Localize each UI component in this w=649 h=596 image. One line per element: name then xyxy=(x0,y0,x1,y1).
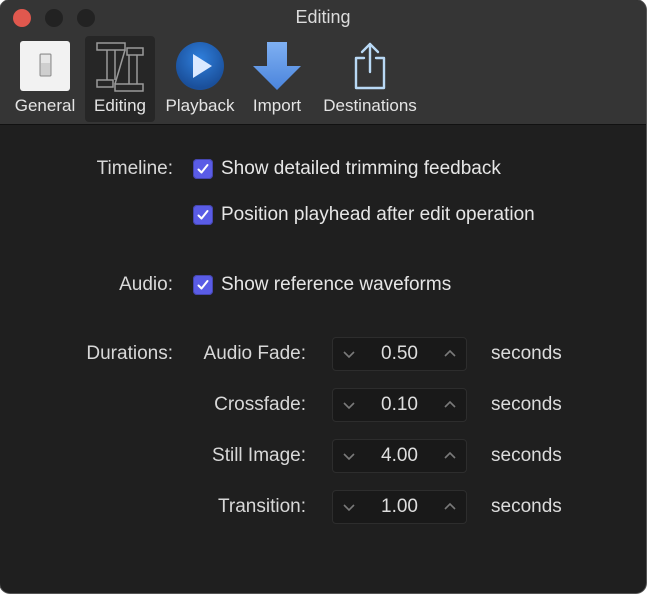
show-reference-waveforms-option[interactable]: Show reference waveforms xyxy=(193,274,451,296)
checkmark-icon xyxy=(197,210,209,220)
chevron-up-icon[interactable] xyxy=(440,395,460,415)
checkbox[interactable] xyxy=(193,205,213,225)
timeline-label: Timeline: xyxy=(96,158,173,179)
toolbar: Editing General Editing Playback Import … xyxy=(0,0,646,125)
tab-general-label: General xyxy=(14,96,76,115)
show-trimming-feedback-option[interactable]: Show detailed trimming feedback xyxy=(193,158,501,180)
film-edit-icon xyxy=(93,40,147,99)
down-arrow-icon xyxy=(251,40,303,97)
window-title: Editing xyxy=(295,7,351,27)
tab-destinations-label: Destinations xyxy=(323,96,417,115)
tab-playback-label: Playback xyxy=(165,96,235,115)
tab-destinations[interactable]: Destinations xyxy=(314,36,426,122)
tab-import-label: Import xyxy=(252,96,302,115)
checkbox-label: Show detailed trimming feedback xyxy=(221,158,501,179)
tab-import[interactable]: Import xyxy=(246,36,308,122)
units-label: seconds xyxy=(491,394,562,415)
checkbox-label: Show reference waveforms xyxy=(221,274,452,295)
audio-fade-label: Audio Fade: xyxy=(203,343,306,364)
transition-label: Transition: xyxy=(218,496,306,517)
checkmark-icon xyxy=(197,280,209,290)
still-image-label: Still Image: xyxy=(212,445,306,466)
checkbox[interactable] xyxy=(193,275,213,295)
chevron-up-icon[interactable] xyxy=(440,344,460,364)
transition-stepper[interactable]: 1.00 xyxy=(332,490,467,524)
checkbox[interactable] xyxy=(193,159,213,179)
preferences-window: Editing General Editing Playback Import … xyxy=(0,0,646,593)
position-playhead-option[interactable]: Position playhead after edit operation xyxy=(193,204,535,226)
tab-editing-label: Editing xyxy=(94,96,146,115)
play-circle-icon xyxy=(174,40,226,97)
durations-label: Durations: xyxy=(86,343,173,364)
share-icon xyxy=(344,40,396,97)
units-label: seconds xyxy=(491,496,562,517)
audio-label: Audio: xyxy=(119,274,173,295)
units-label: seconds xyxy=(491,445,562,466)
audio-fade-stepper[interactable]: 0.50 xyxy=(332,337,467,371)
crossfade-label: Crossfade: xyxy=(214,394,306,415)
crossfade-stepper[interactable]: 0.10 xyxy=(332,388,467,422)
units-label: seconds xyxy=(491,343,562,364)
chevron-up-icon[interactable] xyxy=(440,497,460,517)
tab-editing[interactable]: Editing xyxy=(85,36,155,122)
still-image-stepper[interactable]: 4.00 xyxy=(332,439,467,473)
checkbox-label: Position playhead after edit operation xyxy=(221,204,535,225)
switch-icon xyxy=(19,40,71,97)
tab-general[interactable]: General xyxy=(8,36,82,122)
chevron-up-icon[interactable] xyxy=(440,446,460,466)
tab-playback[interactable]: Playback xyxy=(160,36,240,122)
checkmark-icon xyxy=(197,164,209,174)
